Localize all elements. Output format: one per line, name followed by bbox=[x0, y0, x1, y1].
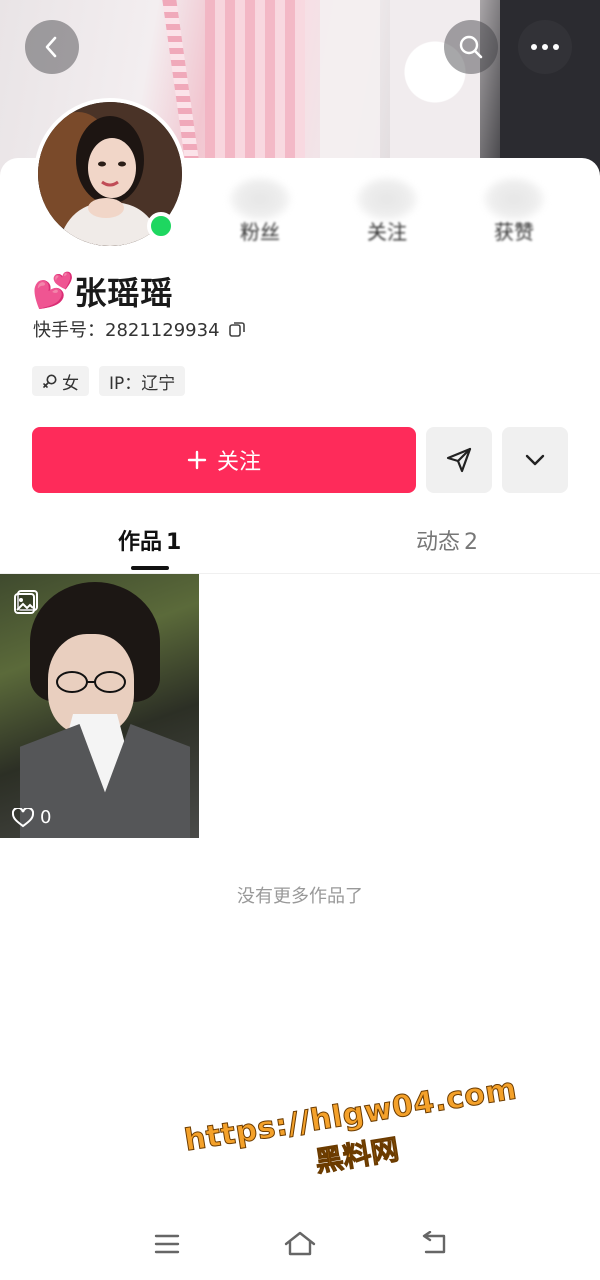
message-button[interactable] bbox=[426, 427, 492, 493]
gallery-icon bbox=[14, 590, 38, 614]
more-horizontal-icon bbox=[531, 44, 559, 50]
stat-label: 粉丝 bbox=[240, 220, 280, 244]
hearts-emoji: 💕 bbox=[32, 271, 75, 311]
cover-decoration bbox=[205, 0, 305, 180]
cover-decoration bbox=[320, 0, 380, 180]
heart-icon bbox=[12, 807, 34, 827]
thumbnail-figure bbox=[56, 671, 126, 693]
back-button[interactable] bbox=[25, 20, 79, 74]
follow-button-label: 关注 bbox=[216, 450, 261, 475]
back-arrow-icon bbox=[422, 1231, 446, 1254]
stat-followers[interactable]: 粉丝 bbox=[210, 176, 310, 245]
menu-icon bbox=[154, 1234, 180, 1254]
tab-dynamic[interactable]: 动态 2 bbox=[416, 524, 478, 556]
plus-icon bbox=[187, 450, 207, 470]
user-id-label: 快手号： bbox=[33, 320, 105, 341]
follow-button[interactable]: 关注 bbox=[32, 427, 416, 493]
search-icon bbox=[459, 35, 483, 59]
user-id-row: 快手号：2821129934 bbox=[33, 316, 246, 342]
copy-icon[interactable] bbox=[228, 320, 246, 338]
tab-count: 1 bbox=[166, 530, 182, 555]
system-nav-bar bbox=[0, 1210, 600, 1280]
stat-label: 获赞 bbox=[494, 220, 534, 244]
more-button[interactable] bbox=[518, 20, 572, 74]
content-tabs: 作品 1 动态 2 bbox=[0, 518, 600, 574]
chevron-left-icon bbox=[45, 36, 57, 58]
tab-label: 动态 bbox=[416, 530, 461, 555]
stat-following[interactable]: 关注 bbox=[337, 176, 437, 245]
female-icon bbox=[43, 374, 57, 388]
ip-location-tag: IP：辽宁 bbox=[99, 366, 186, 396]
nav-back-button[interactable] bbox=[415, 1228, 451, 1260]
nav-menu-button[interactable] bbox=[149, 1228, 185, 1260]
no-more-works-text: 没有更多作品了 bbox=[237, 886, 363, 907]
stat-label: 关注 bbox=[367, 220, 407, 244]
send-icon bbox=[446, 447, 472, 473]
gender-label: 女 bbox=[62, 373, 79, 394]
tab-count: 2 bbox=[464, 530, 479, 555]
active-tab-indicator bbox=[131, 566, 169, 570]
tab-works[interactable]: 作品 1 bbox=[118, 524, 181, 556]
nav-home-button[interactable] bbox=[282, 1228, 318, 1260]
gender-tag: 女 bbox=[32, 366, 89, 396]
expand-button[interactable] bbox=[502, 427, 568, 493]
like-count-row: 0 bbox=[12, 807, 51, 828]
profile-name: 张瑶瑶 bbox=[74, 274, 174, 312]
profile-tags: 女 IP：辽宁 bbox=[32, 366, 186, 396]
chevron-down-icon bbox=[525, 454, 545, 466]
stat-likes[interactable]: 获赞 bbox=[464, 176, 564, 245]
online-status-dot bbox=[147, 212, 175, 240]
search-button[interactable] bbox=[444, 20, 498, 74]
tab-label: 作品 bbox=[118, 530, 163, 555]
like-count: 0 bbox=[40, 807, 52, 828]
home-icon bbox=[284, 1231, 316, 1256]
work-thumbnail[interactable]: 0 bbox=[0, 574, 199, 838]
ip-location-label: IP：辽宁 bbox=[109, 373, 176, 394]
profile-name-row: 💕 张瑶瑶 bbox=[32, 268, 173, 314]
user-id: 2821129934 bbox=[105, 320, 220, 341]
